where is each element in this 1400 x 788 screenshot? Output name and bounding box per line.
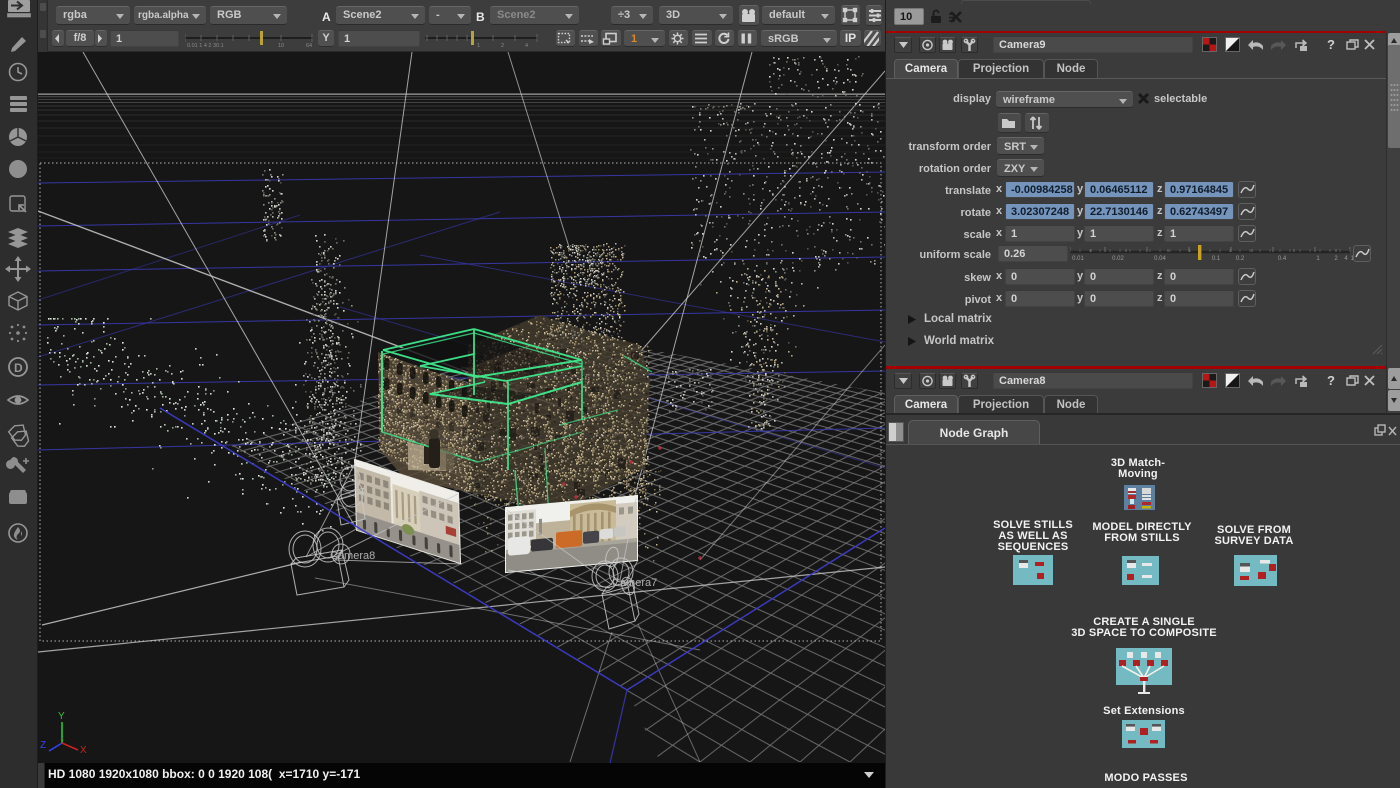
svg-text:0.01 1 4 2 30.1: 0.01 1 4 2 30.1: [187, 43, 224, 49]
svg-text:0.1: 0.1: [1212, 256, 1221, 262]
svg-text:Z: Z: [40, 740, 46, 751]
svg-text:1: 1: [477, 43, 480, 49]
svg-text:Y: Y: [58, 711, 65, 722]
svg-text:10: 10: [278, 43, 284, 49]
svg-text:X: X: [80, 745, 87, 756]
svg-text:2: 2: [501, 43, 504, 49]
svg-text:D: D: [14, 361, 23, 375]
svg-text:4: 4: [1344, 256, 1348, 262]
svg-text:Camera7: Camera7: [612, 577, 657, 589]
svg-text:4: 4: [525, 43, 528, 49]
svg-text:0.4: 0.4: [1278, 256, 1287, 262]
svg-text:0.2: 0.2: [1236, 256, 1245, 262]
svg-text:0.01: 0.01: [1072, 256, 1084, 262]
svg-text:64: 64: [306, 43, 312, 49]
svg-text:1: 1: [1316, 256, 1320, 262]
svg-text:0.02: 0.02: [1112, 256, 1124, 262]
svg-text:Camera8: Camera8: [330, 550, 375, 562]
svg-text:2: 2: [1334, 256, 1338, 262]
svg-text:0.04: 0.04: [1154, 256, 1166, 262]
